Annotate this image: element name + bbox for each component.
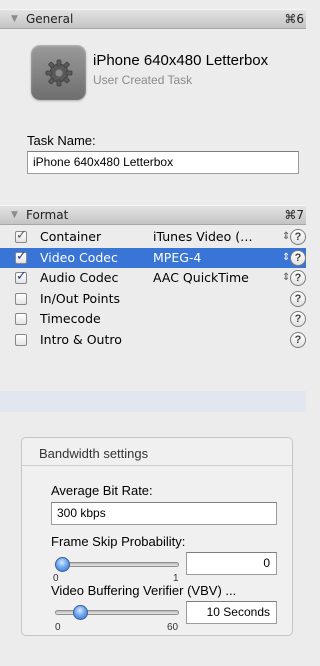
frame-skip-label: Frame Skip Probability:	[51, 534, 186, 549]
frame-skip-slider[interactable]	[55, 562, 179, 567]
avg-bitrate-field[interactable]: 300 kbps	[51, 502, 277, 525]
task-name-label: Task Name:	[27, 133, 96, 148]
disclosure-triangle-icon[interactable]: ▼	[11, 206, 18, 225]
format-row[interactable]: Audio CodecAAC QuickTime⇕?	[0, 267, 306, 288]
format-row[interactable]: Video CodecMPEG-4⇕?	[0, 247, 306, 268]
format-row-checkbox[interactable]	[15, 226, 27, 246]
format-header-title: Format	[26, 208, 69, 222]
format-row[interactable]: Timecode?	[0, 309, 306, 329]
task-gear-icon	[31, 45, 86, 100]
vbv-field[interactable]: 10 Seconds	[186, 601, 277, 624]
format-row-name: Audio Codec	[40, 270, 119, 285]
task-name-field[interactable]: iPhone 640x480 Letterbox	[27, 151, 299, 174]
general-header-title: General	[26, 12, 74, 26]
vbv-min-label: 0	[55, 622, 61, 633]
format-row-name: In/Out Points	[40, 290, 121, 306]
bandwidth-divider	[22, 465, 292, 466]
format-row-checkbox[interactable]	[15, 292, 27, 305]
empty-list-row	[0, 391, 306, 412]
format-row-name: Timecode	[40, 311, 101, 326]
format-row-name: Container	[40, 229, 102, 244]
help-icon[interactable]: ?	[290, 249, 306, 266]
format-row-checkbox[interactable]	[15, 333, 27, 346]
disclosure-triangle-icon[interactable]: ▼	[11, 10, 18, 29]
frame-skip-field[interactable]: 0	[186, 552, 277, 575]
help-icon[interactable]: ?	[290, 270, 306, 286]
general-shortcut: ⌘6	[284, 12, 304, 26]
bandwidth-title: Bandwidth settings	[39, 446, 149, 461]
format-row[interactable]: Intro & Outro?	[0, 330, 306, 350]
help-icon[interactable]: ?	[290, 331, 306, 348]
format-row-value[interactable]: MPEG-4	[153, 248, 278, 268]
task-subtitle: User Created Task	[93, 73, 193, 87]
vbv-label: Video Buffering Verifier (VBV) ...	[51, 583, 237, 598]
task-title: iPhone 640x480 Letterbox	[93, 52, 269, 69]
help-icon[interactable]: ?	[290, 311, 306, 327]
format-row-checkbox[interactable]	[15, 313, 27, 325]
format-row-name: Intro & Outro	[40, 331, 122, 347]
format-shortcut: ⌘7	[284, 208, 304, 222]
frame-skip-slider-knob[interactable]	[55, 557, 70, 572]
vbv-max-label: 60	[167, 622, 179, 633]
format-row-name: Video Codec	[40, 249, 118, 265]
format-row-value[interactable]: iTunes Video (…	[153, 227, 278, 247]
help-icon[interactable]: ?	[290, 290, 306, 307]
format-row-checkbox[interactable]	[15, 247, 27, 267]
format-row-checkbox[interactable]	[15, 267, 27, 287]
format-row[interactable]: ContaineriTunes Video (…⇕?	[0, 226, 306, 247]
general-section-header[interactable]: ▼ General ⌘6	[0, 9, 306, 29]
help-icon[interactable]: ?	[290, 229, 306, 245]
format-section-header[interactable]: ▼ Format ⌘7	[0, 205, 306, 225]
avg-bitrate-label: Average Bit Rate:	[51, 483, 153, 498]
format-row[interactable]: In/Out Points?	[0, 289, 306, 309]
format-row-value[interactable]: AAC QuickTime	[153, 268, 278, 288]
